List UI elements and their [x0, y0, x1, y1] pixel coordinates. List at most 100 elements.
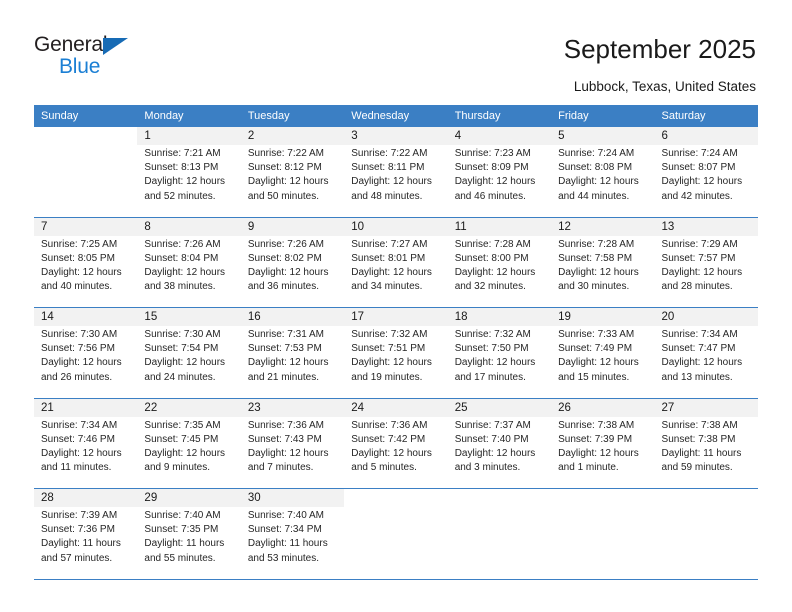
day-number[interactable]: 22: [137, 398, 241, 417]
day-cell[interactable]: Sunrise: 7:40 AM Sunset: 7:35 PM Daylight:…: [137, 507, 241, 577]
day-cell[interactable]: Sunrise: 7:22 AM Sunset: 8:11 PM Daylight:…: [344, 145, 448, 215]
sunrise-text: Sunrise: 7:31 AM: [247, 329, 324, 340]
day-number[interactable]: 15: [137, 307, 241, 326]
sunset-text: Sunset: 8:01 PM: [351, 252, 426, 264]
day-number[interactable]: 26: [551, 398, 655, 417]
day-number[interactable]: 12: [551, 217, 655, 236]
week-separator: [34, 577, 758, 580]
daylight-1-text: Daylight: 12 hours: [351, 176, 432, 188]
day-cell[interactable]: Sunrise: 7:31 AM Sunset: 7:53 PM Daylight:…: [240, 326, 345, 396]
day-number[interactable]: 30: [240, 488, 345, 507]
empty-day-cell: [551, 507, 655, 577]
day-cell[interactable]: Sunrise: 7:26 AM Sunset: 8:02 PM Daylight:…: [240, 235, 345, 306]
day-cell[interactable]: Sunrise: 7:39 AM Sunset: 7:36 PM Daylight:…: [34, 507, 138, 577]
sunrise-text: Sunrise: 7:39 AM: [41, 510, 118, 521]
day-cell[interactable]: Sunrise: 7:28 AM Sunset: 7:58 PM Daylight:…: [551, 235, 655, 306]
day-cell[interactable]: Sunrise: 7:30 AM Sunset: 7:54 PM Daylight:…: [137, 326, 241, 396]
day-number[interactable]: 25: [447, 398, 552, 417]
day-cell[interactable]: Sunrise: 7:34 AM Sunset: 7:46 PM Daylight:…: [34, 416, 138, 487]
sunset-text: Sunset: 8:05 PM: [41, 252, 115, 264]
day-cell[interactable]: Sunrise: 7:29 AM Sunset: 7:57 PM Daylight:…: [654, 235, 758, 306]
daylight-1-text: Daylight: 12 hours: [351, 357, 432, 369]
sunrise-text: Sunrise: 7:40 AM: [144, 510, 221, 521]
week-info-row: Sunrise: 7:39 AM Sunset: 7:36 PM Daylight:…: [34, 507, 758, 577]
day-cell[interactable]: Sunrise: 7:34 AM Sunset: 7:47 PM Daylight:…: [654, 326, 758, 396]
logo-text-blue: Blue: [59, 55, 101, 78]
sunrise-text: Sunrise: 7:24 AM: [558, 148, 635, 159]
day-cell[interactable]: Sunrise: 7:28 AM Sunset: 8:00 PM Daylight:…: [447, 235, 552, 306]
daylight-2-text: and 21 minutes.: [247, 371, 320, 383]
week-daynumber-row: 7 8 9 10 11 12 13: [34, 217, 758, 236]
day-number[interactable]: 1: [137, 127, 241, 145]
day-cell[interactable]: Sunrise: 7:33 AM Sunset: 7:49 PM Daylight:…: [551, 326, 655, 396]
day-cell[interactable]: Sunrise: 7:22 AM Sunset: 8:12 PM Daylight:…: [240, 145, 345, 215]
day-cell[interactable]: Sunrise: 7:30 AM Sunset: 7:56 PM Daylight:…: [34, 326, 138, 396]
sunset-text: Sunset: 7:36 PM: [41, 524, 115, 536]
day-cell[interactable]: Sunrise: 7:35 AM Sunset: 7:45 PM Daylight:…: [137, 416, 241, 487]
day-cell[interactable]: Sunrise: 7:27 AM Sunset: 8:01 PM Daylight:…: [344, 235, 448, 306]
day-number[interactable]: 17: [344, 307, 448, 326]
daylight-2-text: and 5 minutes.: [351, 462, 417, 474]
week-daynumber-row: 28 29 30: [34, 488, 758, 507]
daylight-1-text: Daylight: 12 hours: [558, 447, 639, 459]
day-number[interactable]: 16: [240, 307, 345, 326]
day-number[interactable]: 6: [654, 127, 758, 145]
daylight-2-text: and 50 minutes.: [247, 190, 320, 202]
day-cell[interactable]: Sunrise: 7:36 AM Sunset: 7:42 PM Daylight:…: [344, 416, 448, 487]
day-number[interactable]: 10: [344, 217, 448, 236]
day-number[interactable]: 24: [344, 398, 448, 417]
day-number[interactable]: 23: [240, 398, 345, 417]
day-number[interactable]: 18: [447, 307, 552, 326]
daylight-2-text: and 17 minutes.: [454, 371, 526, 383]
day-cell[interactable]: Sunrise: 7:38 AM Sunset: 7:39 PM Daylight:…: [551, 416, 655, 487]
day-cell[interactable]: Sunrise: 7:40 AM Sunset: 7:34 PM Daylight:…: [240, 507, 345, 577]
sunset-text: Sunset: 7:45 PM: [144, 433, 219, 445]
day-number[interactable]: 13: [654, 217, 758, 236]
day-cell[interactable]: Sunrise: 7:36 AM Sunset: 7:43 PM Daylight:…: [240, 416, 345, 487]
day-number[interactable]: 8: [137, 217, 241, 236]
weekday-header-tuesday: Tuesday: [240, 105, 345, 127]
page-subtitle-location: Lubbock, Texas, United States: [573, 79, 756, 94]
daylight-2-text: and 42 minutes.: [661, 190, 733, 202]
logo-triangle-icon: [103, 38, 128, 55]
day-number[interactable]: 2: [240, 127, 345, 145]
daylight-1-text: Daylight: 12 hours: [661, 266, 743, 278]
sunset-text: Sunset: 7:46 PM: [41, 433, 115, 445]
week-daynumber-row: 14 15 16 17 18 19 20: [34, 307, 758, 326]
weekday-header-row: Sunday Monday Tuesday Wednesday Thursday…: [34, 105, 758, 127]
day-number[interactable]: 11: [447, 217, 552, 236]
day-number[interactable]: 21: [34, 398, 138, 417]
day-cell[interactable]: Sunrise: 7:21 AM Sunset: 8:13 PM Daylight:…: [137, 145, 241, 215]
day-cell[interactable]: Sunrise: 7:26 AM Sunset: 8:04 PM Daylight:…: [137, 235, 241, 306]
day-number[interactable]: 7: [34, 217, 138, 236]
sunrise-text: Sunrise: 7:33 AM: [558, 329, 635, 340]
day-number[interactable]: 28: [34, 488, 138, 507]
sunset-text: Sunset: 7:47 PM: [661, 343, 736, 355]
day-number[interactable]: 9: [240, 217, 345, 236]
day-cell[interactable]: Sunrise: 7:24 AM Sunset: 8:08 PM Daylight:…: [551, 145, 655, 215]
sunrise-text: Sunrise: 7:22 AM: [351, 148, 428, 159]
daylight-2-text: and 30 minutes.: [558, 281, 630, 293]
day-number[interactable]: 29: [137, 488, 241, 507]
day-cell[interactable]: Sunrise: 7:32 AM Sunset: 7:51 PM Daylight:…: [344, 326, 448, 396]
sunrise-text: Sunrise: 7:25 AM: [41, 238, 118, 250]
sunrise-text: Sunrise: 7:32 AM: [351, 329, 428, 340]
daylight-2-text: and 55 minutes.: [144, 552, 216, 564]
day-number[interactable]: 14: [34, 307, 138, 326]
day-number[interactable]: 3: [344, 127, 448, 145]
sunset-text: Sunset: 7:39 PM: [558, 433, 633, 445]
day-cell[interactable]: Sunrise: 7:38 AM Sunset: 7:38 PM Daylight:…: [654, 416, 758, 487]
day-number[interactable]: 5: [551, 127, 655, 145]
day-cell[interactable]: Sunrise: 7:32 AM Sunset: 7:50 PM Daylight:…: [447, 326, 552, 396]
day-cell[interactable]: Sunrise: 7:25 AM Sunset: 8:05 PM Daylight:…: [34, 235, 138, 306]
day-cell[interactable]: Sunrise: 7:37 AM Sunset: 7:40 PM Daylight:…: [447, 416, 552, 487]
day-cell[interactable]: Sunrise: 7:23 AM Sunset: 8:09 PM Daylight:…: [447, 145, 552, 215]
day-number[interactable]: 19: [551, 307, 655, 326]
day-number[interactable]: 27: [654, 398, 758, 417]
sunset-text: Sunset: 7:49 PM: [558, 343, 633, 355]
calendar-page: General Blue September 2025 Lubbock, Tex…: [0, 0, 792, 612]
day-number[interactable]: 20: [654, 307, 758, 326]
day-cell[interactable]: Sunrise: 7:24 AM Sunset: 8:07 PM Daylight:…: [654, 145, 758, 215]
day-number[interactable]: 4: [447, 127, 552, 145]
sunset-text: Sunset: 7:40 PM: [454, 433, 529, 445]
